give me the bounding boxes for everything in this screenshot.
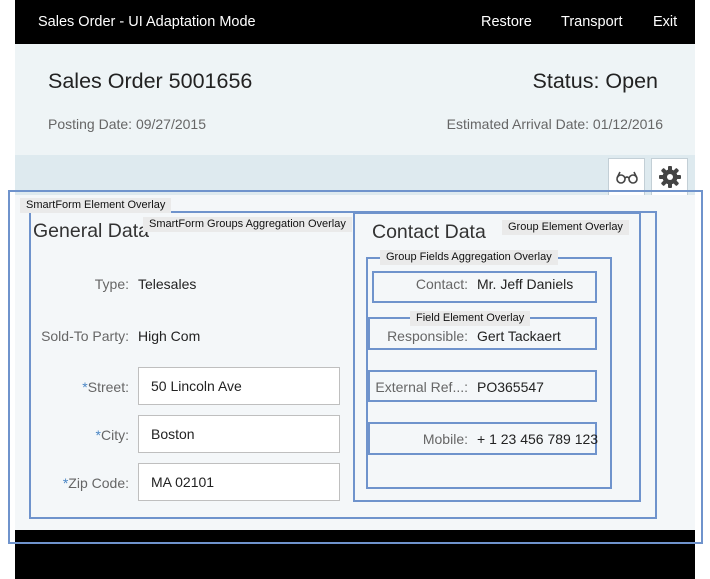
smartform-element-overlay-tag: SmartForm Element Overlay xyxy=(20,198,172,213)
zip-input[interactable]: MA 02101 xyxy=(138,463,340,501)
street-label-text: Street: xyxy=(87,379,129,395)
groups-aggregation-overlay-tag: SmartForm Groups Aggregation Overlay xyxy=(143,217,352,232)
sold-to-value: High Com xyxy=(138,328,201,344)
gear-icon xyxy=(658,165,682,189)
transport-button[interactable]: Transport xyxy=(561,14,623,30)
type-value: Telesales xyxy=(138,276,197,292)
sold-to-label: Sold-To Party: xyxy=(41,328,129,344)
contact-label: Contact: xyxy=(415,276,468,292)
mobile-value: + 1 23 456 789 123 xyxy=(477,431,599,447)
zip-label: *Zip Code: xyxy=(63,475,129,491)
street-label: *Street: xyxy=(82,379,129,395)
responsible-label: Responsible: xyxy=(387,328,468,344)
zip-label-text: Zip Code: xyxy=(68,475,129,491)
contact-value: Mr. Jeff Daniels xyxy=(477,276,574,292)
mobile-label: Mobile: xyxy=(422,431,468,447)
app-title: Sales Order - UI Adaptation Mode xyxy=(38,14,256,30)
city-input[interactable]: Boston xyxy=(138,415,340,453)
restore-button[interactable]: Restore xyxy=(481,14,532,30)
contact-data-title: Contact Data xyxy=(372,221,486,243)
glasses-icon xyxy=(615,170,639,184)
exit-button[interactable]: Exit xyxy=(653,14,677,30)
city-label: *City: xyxy=(96,427,129,443)
external-ref-label: External Ref...: xyxy=(375,379,468,395)
external-ref-value: PO365547 xyxy=(477,379,544,395)
responsible-value: Gert Tackaert xyxy=(477,328,561,344)
object-header xyxy=(15,44,695,155)
page-title: Sales Order 5001656 xyxy=(48,69,253,93)
field-element-overlay-tag: Field Element Overlay xyxy=(410,311,531,326)
posting-date: Posting Date: 09/27/2015 xyxy=(48,116,207,132)
group-fields-aggregation-overlay-tag: Group Fields Aggregation Overlay xyxy=(380,250,558,265)
shell-bar: Sales Order - UI Adaptation Mode Restore… xyxy=(15,0,695,44)
arrival-date: Estimated Arrival Date: 01/12/2016 xyxy=(446,116,663,132)
group-element-overlay-tag: Group Element Overlay xyxy=(502,220,629,235)
type-label: Type: xyxy=(94,276,129,292)
general-data-title: General Data xyxy=(33,220,149,242)
toolbar-strip xyxy=(15,155,695,195)
street-input[interactable]: 50 Lincoln Ave xyxy=(138,367,340,405)
status-text: Status: Open xyxy=(532,69,659,93)
city-label-text: City: xyxy=(101,427,129,443)
